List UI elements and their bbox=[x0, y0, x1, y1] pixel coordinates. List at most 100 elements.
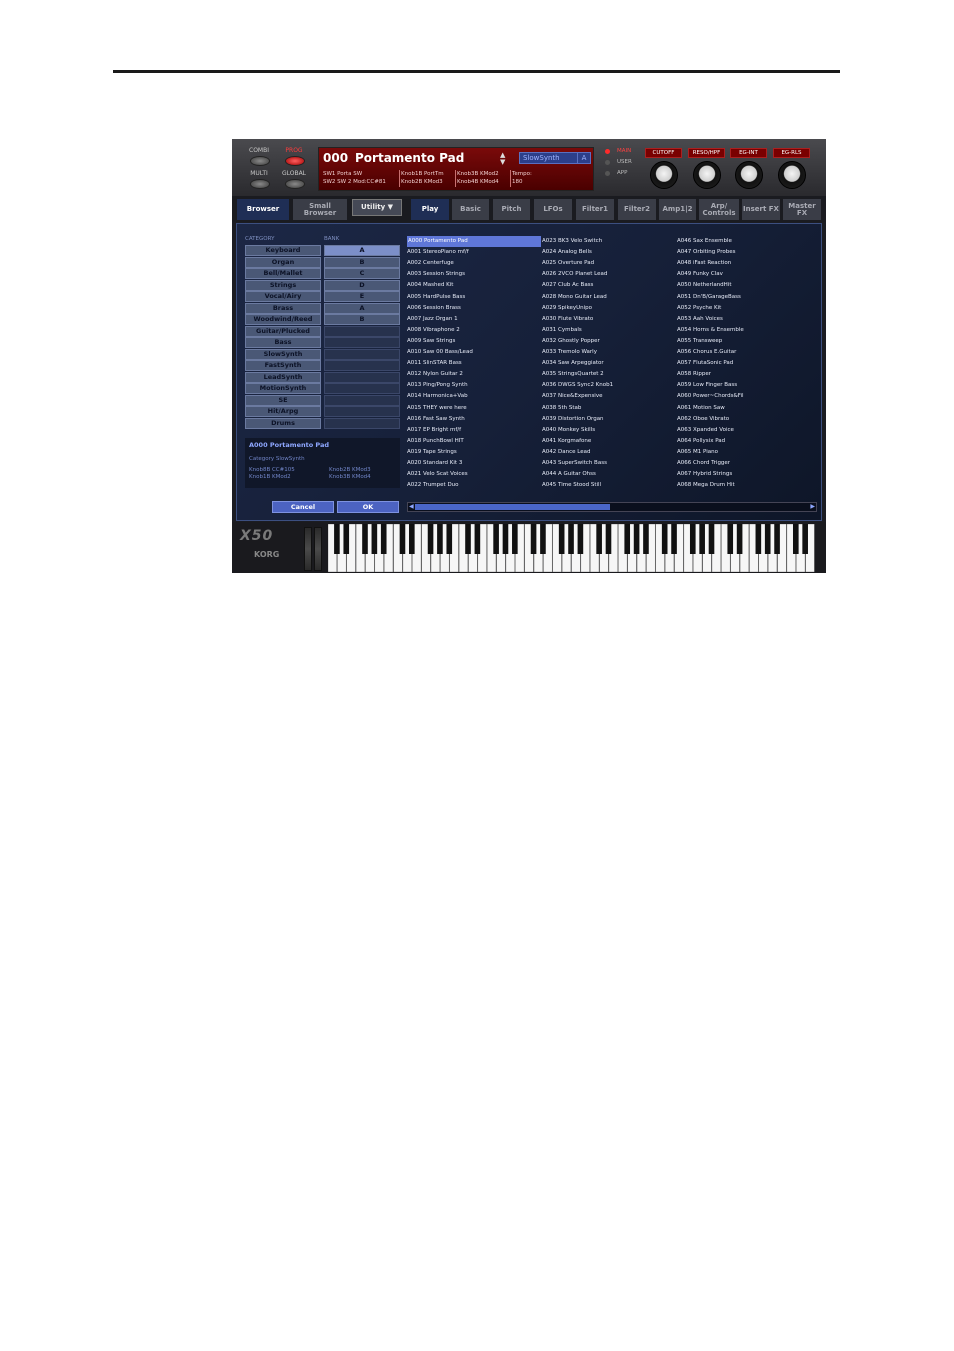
black-key[interactable] bbox=[512, 524, 518, 554]
bank-item[interactable] bbox=[324, 371, 400, 383]
black-key[interactable] bbox=[802, 524, 808, 554]
black-key[interactable] bbox=[558, 524, 565, 554]
bank-item[interactable] bbox=[324, 360, 400, 371]
program-item[interactable]: A007 Jazz Organ 1 bbox=[407, 314, 458, 325]
black-key[interactable] bbox=[689, 524, 696, 554]
combi-button[interactable] bbox=[250, 156, 270, 166]
program-item[interactable]: A045 Time Stood Still bbox=[542, 480, 601, 491]
tab-amp12[interactable]: Amp1|2 bbox=[659, 199, 696, 220]
black-key[interactable] bbox=[577, 524, 584, 554]
bank-item[interactable] bbox=[324, 406, 400, 417]
category-item[interactable]: Strings bbox=[245, 279, 321, 291]
category-item[interactable]: Brass bbox=[245, 302, 321, 314]
tab-basic[interactable]: Basic bbox=[452, 199, 489, 220]
tab-arp-controls[interactable]: Arp/ Controls bbox=[699, 199, 739, 220]
bank-item[interactable]: B bbox=[324, 256, 400, 268]
program-item[interactable]: A029 SpikeyUnipo bbox=[542, 303, 592, 314]
program-item[interactable]: A026 2VCO Planet Lead bbox=[542, 269, 607, 280]
program-item[interactable]: A052 Psyche Kit bbox=[677, 303, 721, 314]
program-item[interactable]: A037 Nice&Expensive bbox=[542, 391, 602, 402]
category-item[interactable]: Guitar/Plucked bbox=[245, 325, 321, 337]
cancel-button[interactable]: Cancel bbox=[272, 501, 334, 513]
black-key[interactable] bbox=[792, 524, 799, 554]
program-item[interactable]: A063 Xpanded Voice bbox=[677, 425, 734, 436]
piano-keyboard[interactable] bbox=[328, 524, 815, 572]
program-item[interactable]: A048 iFast Reaction bbox=[677, 258, 731, 269]
black-key[interactable] bbox=[568, 524, 574, 554]
program-item[interactable]: A068 Mega Drum Hit bbox=[677, 480, 735, 491]
program-item[interactable]: A053 Aah Voices bbox=[677, 314, 723, 325]
black-key[interactable] bbox=[755, 524, 762, 554]
multi-button[interactable] bbox=[250, 179, 270, 189]
global-button[interactable] bbox=[285, 179, 305, 189]
program-item[interactable]: A021 Velo Scat Voices bbox=[407, 469, 468, 480]
program-item[interactable]: A025 Overture Pad bbox=[542, 258, 594, 269]
scrollbar-thumb[interactable] bbox=[415, 504, 610, 510]
program-item[interactable]: A019 Tape Strings bbox=[407, 447, 457, 458]
program-item[interactable]: A066 Chord Trigger bbox=[677, 458, 730, 469]
category-item[interactable]: Vocal/Airy bbox=[245, 291, 321, 302]
pitch-wheel[interactable] bbox=[304, 527, 312, 571]
category-item[interactable]: MotionSynth bbox=[245, 383, 321, 394]
black-key[interactable] bbox=[343, 524, 350, 554]
program-item[interactable]: A056 Chorus E.Guitar bbox=[677, 347, 736, 358]
black-key[interactable] bbox=[334, 524, 340, 554]
utility-menu-button[interactable]: Utility ▼ bbox=[352, 199, 402, 216]
program-item[interactable]: A035 StringsQuartet 2 bbox=[542, 369, 604, 380]
program-item[interactable]: A001 StereoPiano mf/f bbox=[407, 247, 469, 258]
program-item[interactable]: A038 5th Stab bbox=[542, 403, 581, 414]
user-led[interactable] bbox=[605, 160, 610, 165]
program-name[interactable]: Portamento Pad bbox=[355, 151, 464, 165]
tab-filter1[interactable]: Filter1 bbox=[576, 199, 614, 220]
black-key[interactable] bbox=[708, 524, 715, 554]
app-led[interactable] bbox=[605, 171, 610, 176]
category-item[interactable]: Bell/Mallet bbox=[245, 268, 321, 279]
category-item[interactable]: Woodwind/Reed bbox=[245, 314, 321, 325]
program-item[interactable]: A061 Motion Saw bbox=[677, 403, 725, 414]
tab-filter2[interactable]: Filter2 bbox=[618, 199, 656, 220]
reso-hpf-knob[interactable] bbox=[693, 161, 721, 189]
black-key[interactable] bbox=[380, 524, 387, 554]
eg-rls-knob[interactable] bbox=[778, 161, 806, 189]
cutoff-knob[interactable] bbox=[650, 161, 678, 189]
black-key[interactable] bbox=[371, 524, 378, 554]
bank-item[interactable]: B bbox=[324, 314, 400, 325]
category-item[interactable]: Keyboard bbox=[245, 245, 321, 256]
program-item[interactable]: A040 Monkey Skills bbox=[542, 425, 595, 436]
program-item[interactable]: A050 NetherlandHit bbox=[677, 280, 732, 291]
program-item[interactable]: A036 DWGS Sync2 Knob1 bbox=[542, 380, 613, 391]
program-item[interactable]: A041 Korgmafone bbox=[542, 436, 591, 447]
program-item[interactable]: A024 Analog Bells bbox=[542, 247, 592, 258]
black-key[interactable] bbox=[605, 524, 612, 554]
category-item[interactable]: LeadSynth bbox=[245, 371, 321, 383]
bank-indicator[interactable]: A bbox=[577, 152, 591, 164]
program-item[interactable]: A008 Vibraphone 2 bbox=[407, 325, 460, 336]
program-item[interactable]: A028 Mono Guitar Lead bbox=[542, 292, 607, 303]
program-item[interactable]: A018 PunchBowl HIT bbox=[407, 436, 464, 447]
category-item[interactable]: Hit/Arpg bbox=[245, 406, 321, 417]
black-key[interactable] bbox=[699, 524, 705, 554]
program-item[interactable]: A013 Ping/Pong Synth bbox=[407, 380, 468, 391]
program-item[interactable]: A011 SlinSTAR Bass bbox=[407, 358, 462, 369]
program-item[interactable]: A004 Mashed Kit bbox=[407, 280, 453, 291]
program-item[interactable]: A046 Sax Ensemble bbox=[677, 236, 732, 247]
black-key[interactable] bbox=[502, 524, 509, 554]
main-led[interactable] bbox=[605, 149, 610, 154]
black-key[interactable] bbox=[727, 524, 734, 554]
program-item[interactable]: A060 Power~Chords&Fil bbox=[677, 391, 744, 402]
program-item[interactable]: A044 A Guitar Ohss bbox=[542, 469, 596, 480]
program-item[interactable]: A054 Horns & Ensemble bbox=[677, 325, 744, 336]
black-key[interactable] bbox=[643, 524, 649, 554]
bank-item[interactable] bbox=[324, 417, 400, 429]
program-item[interactable]: A027 Club Ac Bass bbox=[542, 280, 593, 291]
black-key[interactable] bbox=[446, 524, 453, 554]
black-key[interactable] bbox=[409, 524, 415, 554]
category-item[interactable]: Drums bbox=[245, 417, 321, 429]
program-item[interactable]: A059 Low Finger Bass bbox=[677, 380, 737, 391]
program-item[interactable]: A033 Tremolo Warly bbox=[542, 347, 597, 358]
bank-item[interactable] bbox=[324, 394, 400, 406]
bank-item[interactable] bbox=[324, 325, 400, 337]
black-key[interactable] bbox=[661, 524, 668, 554]
program-item[interactable]: A034 Saw Arpeggiator bbox=[542, 358, 604, 369]
program-item[interactable]: A039 Distortion Organ bbox=[542, 414, 604, 425]
